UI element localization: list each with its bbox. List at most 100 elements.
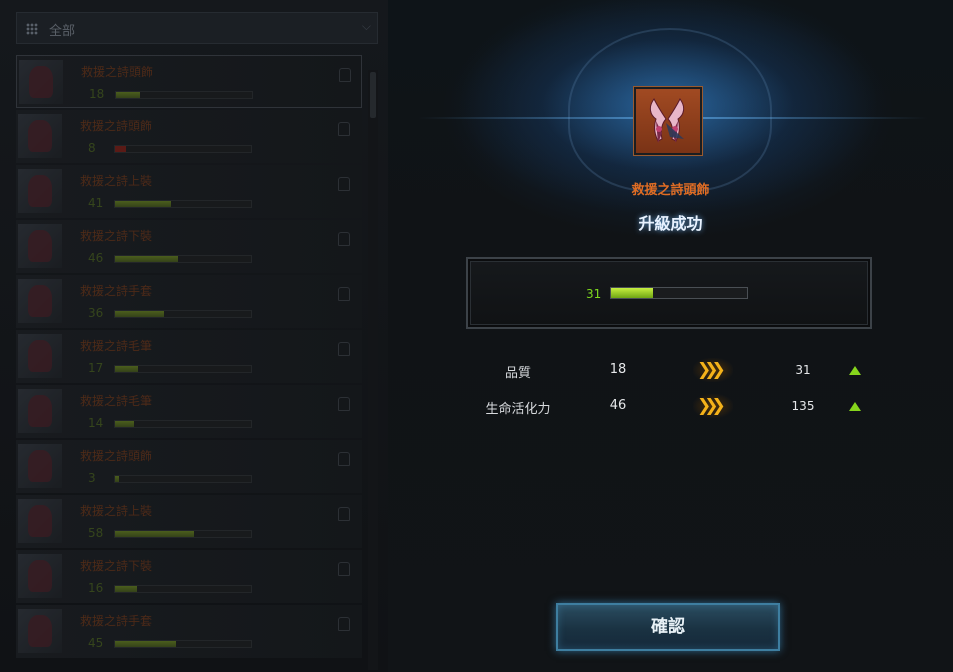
list-item-level-fill (115, 531, 194, 537)
lock-icon (338, 507, 350, 521)
item-thumbnail (18, 114, 62, 158)
list-scrollbar-thumb[interactable] (370, 72, 376, 118)
item-icon-frame (633, 86, 703, 156)
list-item-name: 救援之詩手套 (80, 614, 153, 628)
list-item-level-bar (114, 200, 252, 208)
category-filter-label: 全部 (49, 24, 76, 39)
list-item-level-bar (114, 585, 252, 593)
list-item-name: 救援之詩下裝 (80, 229, 153, 243)
list-item-level-bar (114, 420, 252, 428)
category-filter-dropdown[interactable]: 全部 ⌵ (16, 12, 378, 44)
list-item-level-bar (114, 640, 252, 648)
stat-label: 品質 (504, 366, 531, 381)
list-item-level-bar (114, 310, 252, 318)
stat-label: 生命活化力 (485, 402, 551, 417)
list-item-level-bar (114, 475, 252, 483)
list-scrollbar[interactable] (368, 70, 378, 670)
list-item-level: 17 (88, 361, 104, 375)
upgrade-arrows-icon: ❯❯❯ (693, 358, 733, 382)
item-thumbnail (18, 169, 62, 213)
list-item-level-fill (115, 366, 139, 372)
list-item-level-fill (115, 476, 120, 482)
list-item-level: 46 (88, 251, 104, 265)
list-item-name: 救援之詩上裝 (80, 504, 153, 518)
item-thumbnail (19, 60, 63, 104)
list-item-level: 3 (88, 471, 96, 485)
lock-icon (338, 617, 350, 631)
list-item-name: 救援之詩毛筆 (80, 394, 153, 408)
list-item-level-fill (115, 586, 137, 592)
list-item-name: 救援之詩頭飾 (80, 119, 153, 133)
list-item-level-fill (115, 201, 171, 207)
list-item[interactable]: 救援之詩下裝 16 (16, 550, 362, 603)
increase-triangle-icon (849, 366, 861, 375)
item-name: 救援之詩頭飾 (631, 183, 710, 198)
lock-icon (338, 232, 350, 246)
chevron-down-icon: ⌵ (361, 19, 371, 33)
list-item[interactable]: 救援之詩頭飾 3 (16, 440, 362, 493)
list-item-level: 36 (88, 306, 104, 320)
list-item[interactable]: 救援之詩頭飾 18 (16, 55, 362, 108)
list-item-level-fill (116, 92, 141, 98)
stat-row: 生命活化力 46 ❯❯❯ 135 (388, 394, 953, 420)
list-item[interactable]: 救援之詩頭飾 8 (16, 110, 362, 163)
level-value: 31 (586, 287, 602, 301)
list-item[interactable]: 救援之詩手套 45 (16, 605, 362, 658)
stat-old-value: 46 (609, 398, 627, 413)
list-item-level-bar (115, 91, 253, 99)
list-item-level-fill (115, 641, 177, 647)
list-item[interactable]: 救援之詩下裝 46 (16, 220, 362, 273)
list-item-name: 救援之詩下裝 (80, 559, 153, 573)
lock-icon (339, 68, 351, 82)
list-item-name: 救援之詩手套 (80, 284, 153, 298)
item-thumbnail (18, 609, 62, 653)
item-thumbnail (18, 279, 62, 323)
list-item-level: 58 (88, 526, 104, 540)
list-item-name: 救援之詩頭飾 (80, 449, 153, 463)
list-item-level-fill (115, 421, 135, 427)
list-item[interactable]: 救援之詩手套 36 (16, 275, 362, 328)
item-thumbnail (18, 334, 62, 378)
lock-icon (338, 452, 350, 466)
item-thumbnail (18, 224, 62, 268)
list-item-level-bar (114, 365, 252, 373)
stat-new-value: 135 (791, 399, 815, 413)
lock-icon (338, 177, 350, 191)
list-item-name: 救援之詩毛筆 (80, 339, 153, 353)
stat-row: 品質 18 ❯❯❯ 31 (388, 358, 953, 384)
level-progress-box: 31 (466, 257, 872, 329)
list-item-level-bar (114, 530, 252, 538)
list-item-level: 41 (88, 196, 104, 210)
list-item[interactable]: 救援之詩上裝 41 (16, 165, 362, 218)
lock-icon (338, 562, 350, 576)
lock-icon (338, 342, 350, 356)
list-item-name: 救援之詩上裝 (80, 174, 153, 188)
confirm-button[interactable]: 確認 (556, 603, 780, 651)
lock-icon (338, 122, 350, 136)
increase-triangle-icon (849, 402, 861, 411)
list-item[interactable]: 救援之詩毛筆 17 (16, 330, 362, 383)
list-item-level-bar (114, 255, 252, 263)
list-item-level-fill (115, 256, 178, 262)
stat-new-value: 31 (795, 363, 811, 377)
level-progress-fill (611, 288, 654, 298)
item-list: 救援之詩頭飾 18 救援之詩頭飾 8 救援之詩上裝 41 救援之詩下裝 46 救援之詩手套 36 救… (16, 55, 362, 660)
upgrade-result-popup: 救援之詩頭飾 升級成功 31 品質 18 ❯❯❯ 31 生命活化力 46 ❯❯❯ 135 確認 (388, 0, 953, 672)
lock-icon (338, 397, 350, 411)
menu-grid-icon (26, 23, 38, 35)
upgrade-arrows-icon: ❯❯❯ (693, 394, 733, 418)
list-item-level: 8 (88, 141, 96, 155)
item-thumbnail (18, 554, 62, 598)
list-item-level: 16 (88, 581, 104, 595)
list-item-level: 45 (88, 636, 104, 650)
item-thumbnail (18, 444, 62, 488)
item-thumbnail (18, 389, 62, 433)
upgrade-result-title: 升級成功 (638, 214, 703, 233)
stat-old-value: 18 (609, 362, 627, 377)
list-item-name: 救援之詩頭飾 (81, 65, 154, 79)
list-item-level-fill (115, 311, 164, 317)
level-progress-bar (610, 287, 748, 299)
headdress-icon (649, 98, 685, 143)
list-item[interactable]: 救援之詩毛筆 14 (16, 385, 362, 438)
list-item[interactable]: 救援之詩上裝 58 (16, 495, 362, 548)
